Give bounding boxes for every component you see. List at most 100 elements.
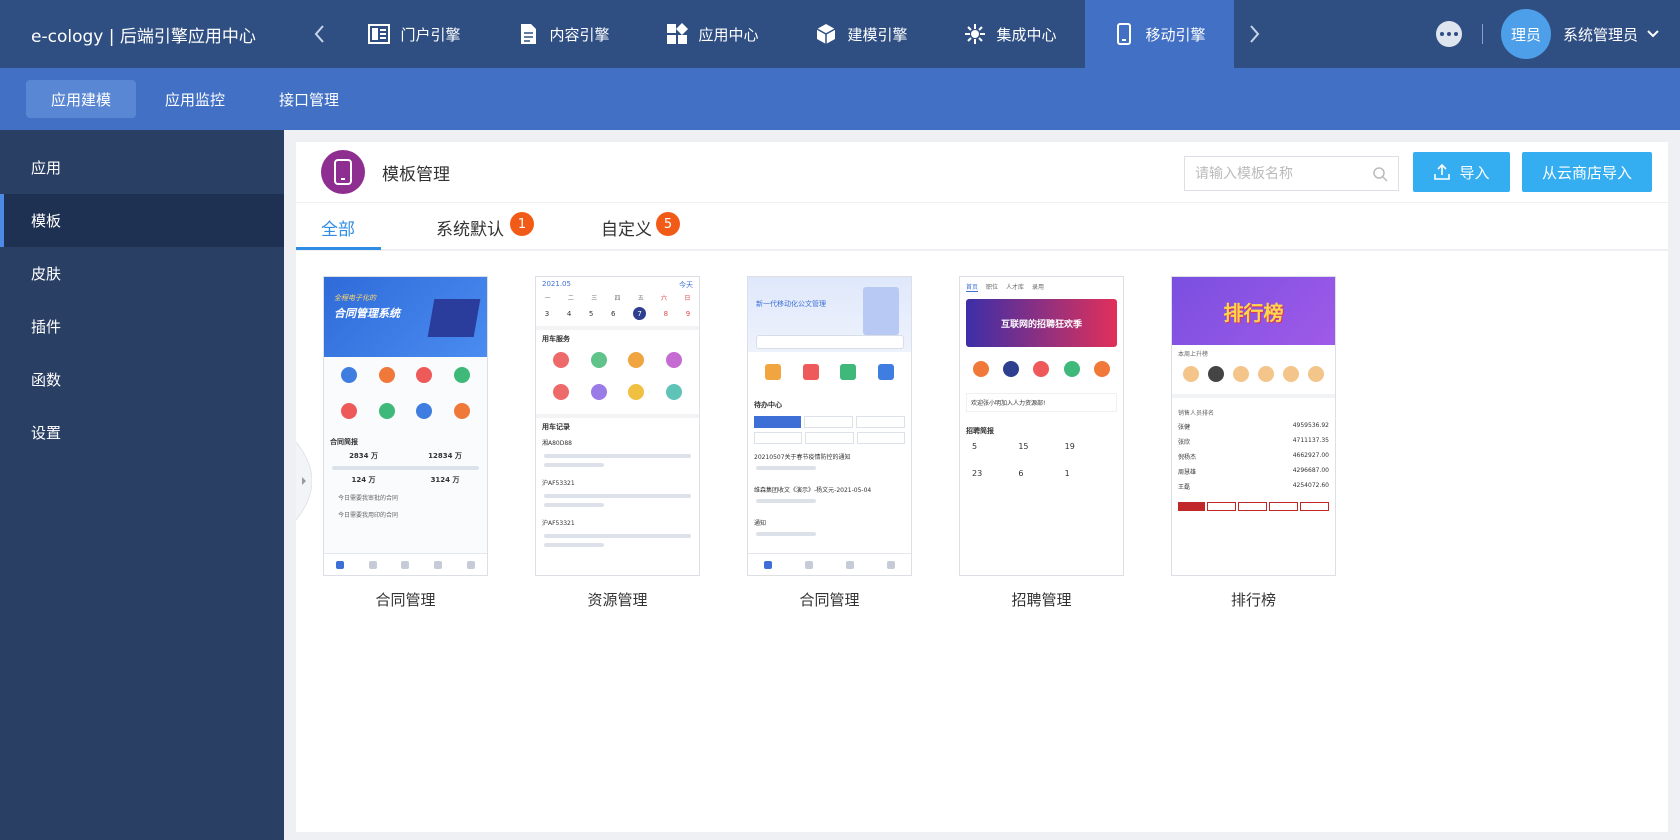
- tab-all[interactable]: 全部: [321, 203, 355, 251]
- template-name: 合同管理: [375, 591, 436, 609]
- nav-item-apps[interactable]: 应用中心: [638, 0, 787, 68]
- nav-next-button[interactable]: [1234, 0, 1274, 68]
- today-label: 今天: [679, 281, 693, 289]
- mini-tab: 人才库: [1006, 284, 1025, 291]
- rank-value: 4711137.35: [1292, 437, 1329, 444]
- sidebar-item-template[interactable]: 模板: [0, 194, 284, 247]
- list-item: 通知: [754, 520, 767, 527]
- rank-value: 4254072.60: [1292, 482, 1329, 489]
- cloud-import-button[interactable]: 从云商店导入: [1522, 152, 1652, 192]
- nav-prev-button[interactable]: [300, 0, 340, 68]
- tab-label: 系统默认: [436, 219, 504, 240]
- nav-item-portal[interactable]: 门户引擎: [340, 0, 489, 68]
- section-title: 招聘简报: [966, 427, 994, 435]
- person-name: 张健: [1178, 424, 1191, 431]
- nav-item-integration[interactable]: 集成中心: [936, 0, 1085, 68]
- stat-value: 12834 万: [428, 452, 462, 460]
- chevron-left-icon: [314, 25, 324, 43]
- welcome-notice: 欢迎张小明加入人力资源部!: [966, 393, 1117, 412]
- mini-tab: 首页: [966, 284, 979, 292]
- list-item: 维森集团收文《演示》-杨文元-2021-05-04: [754, 487, 872, 494]
- nav-item-mobile[interactable]: 移动引擎: [1085, 0, 1234, 68]
- banner-illustration: [863, 287, 899, 335]
- template-tabs: 全部 系统默认 1 自定义 5: [296, 203, 1668, 251]
- template-card[interactable]: 新一代移动化公文管理 待办中心 20210507关于春节疫情防控的通知 维森集团…: [747, 276, 912, 610]
- nav-item-label: 内容引擎: [549, 25, 610, 44]
- cube-icon: [817, 24, 836, 44]
- panel-header: 模板管理 导入 从云商店导入: [296, 142, 1668, 202]
- weekday: 五: [637, 295, 644, 302]
- sidebar-item-plugin[interactable]: 插件: [0, 300, 284, 353]
- sidebar-item-settings[interactable]: 设置: [0, 406, 284, 459]
- user-area: 理员 系统管理员: [1435, 0, 1680, 68]
- nav-item-content[interactable]: 内容引擎: [489, 0, 638, 68]
- template-card[interactable]: 2021.05 今天 一 二 三 四 五 六 日 3 4 5 6 7 8 9 用车服务 用车记录 湘A8…: [535, 276, 700, 610]
- day: 6: [610, 309, 616, 318]
- template-panel: 模板管理 导入 从云商店导入 全部 系统默认 1 自定义 5 全程电: [295, 142, 1668, 832]
- integration-icon: [965, 24, 986, 44]
- sidebar-item-skin[interactable]: 皮肤: [0, 247, 284, 300]
- mini-tab: 职位: [986, 284, 999, 291]
- nav-item-label: 门户引擎: [400, 25, 461, 44]
- template-card[interactable]: 排行榜 本周上升榜 销售人员排名 张健 4959536.92 张欣 4711137.…: [1171, 276, 1336, 610]
- stat-value: 23: [972, 469, 983, 478]
- plate-number: 沪AF53321: [542, 480, 575, 487]
- nav-item-label: 集成中心: [996, 25, 1057, 44]
- tab-label: 自定义: [601, 219, 652, 240]
- weekday: 四: [614, 295, 621, 302]
- subnav-tab-modeling[interactable]: 应用建模: [26, 80, 137, 118]
- section-title: 待办中心: [754, 401, 782, 409]
- top-bar: e-cology | 后端引擎应用中心 门户引擎 内容引擎 应用中心 建模引擎 …: [0, 0, 1680, 68]
- search-icon[interactable]: [1372, 166, 1388, 182]
- collapse-handle[interactable]: [295, 441, 313, 521]
- template-thumbnail[interactable]: 2021.05 今天 一 二 三 四 五 六 日 3 4 5 6 7 8 9 用车服务 用车记录 湘A8…: [535, 276, 700, 576]
- sidebar: 应用 模板 皮肤 插件 函数 设置: [0, 130, 284, 840]
- import-button[interactable]: 导入: [1413, 152, 1510, 192]
- search-bar: [756, 335, 904, 349]
- template-thumbnail[interactable]: 首页 职位 人才库 录用 互联网的招聘狂欢季 欢迎张小明加入人力资源部! 招聘简报 5…: [959, 276, 1124, 576]
- list-item: 20210507关于春节疫情防控的通知: [754, 454, 851, 461]
- stat-value: 124 万: [351, 476, 376, 484]
- template-thumbnail[interactable]: 排行榜 本周上升榜 销售人员排名 张健 4959536.92 张欣 4711137.…: [1171, 276, 1336, 576]
- template-name: 招聘管理: [1011, 591, 1072, 609]
- count-badge: 1: [510, 212, 534, 236]
- template-card[interactable]: 首页 职位 人才库 录用 互联网的招聘狂欢季 欢迎张小明加入人力资源部! 招聘简报 5…: [959, 276, 1124, 610]
- person-name: 周慧雄: [1178, 469, 1197, 476]
- nav-item-label: 移动引擎: [1145, 25, 1206, 44]
- user-name[interactable]: 系统管理员: [1563, 24, 1638, 45]
- tab-system-default[interactable]: 系统默认: [436, 203, 504, 251]
- section-title: 合同简报: [330, 438, 358, 446]
- list-item: 今日需要我用印的合同: [338, 512, 399, 519]
- weekday: 三: [591, 295, 598, 302]
- plate-number: 沪AF53321: [542, 520, 575, 527]
- nav-item-modeling[interactable]: 建模引擎: [787, 0, 936, 68]
- template-list: 全程电子化的 合同管理系统 合同简报 2834 万 12834 万 124 万 …: [323, 276, 1336, 610]
- rank-value: 4296687.00: [1292, 467, 1329, 474]
- tab-bar: [748, 553, 911, 575]
- template-thumbnail[interactable]: 全程电子化的 合同管理系统 合同简报 2834 万 12834 万 124 万 …: [323, 276, 488, 576]
- subnav-tab-monitor[interactable]: 应用监控: [140, 80, 250, 118]
- person-name: 张欣: [1178, 439, 1191, 446]
- template-name: 合同管理: [799, 591, 860, 609]
- more-icon[interactable]: [1435, 21, 1462, 47]
- plate-number: 湘A80D88: [542, 440, 572, 447]
- divider: [1481, 24, 1483, 44]
- mobile-icon: [321, 150, 365, 194]
- nav-item-label: 应用中心: [698, 25, 759, 44]
- sidebar-item-function[interactable]: 函数: [0, 353, 284, 406]
- mini-tab: 录用: [1032, 284, 1045, 291]
- sub-nav: 应用建模 应用监控 接口管理: [0, 68, 1680, 130]
- template-card[interactable]: 全程电子化的 合同管理系统 合同简报 2834 万 12834 万 124 万 …: [323, 276, 488, 610]
- search-input[interactable]: [1195, 165, 1365, 182]
- sidebar-item-app[interactable]: 应用: [0, 141, 284, 194]
- template-thumbnail[interactable]: 新一代移动化公文管理 待办中心 20210507关于春节疫情防控的通知 维森集团…: [747, 276, 912, 576]
- chevron-right-icon: [1250, 25, 1260, 43]
- chevron-down-icon[interactable]: [1646, 29, 1668, 39]
- subnav-tab-api[interactable]: 接口管理: [254, 80, 364, 118]
- tab-custom[interactable]: 自定义: [601, 203, 652, 251]
- day: 5: [588, 309, 594, 318]
- count-badge: 5: [656, 212, 680, 236]
- avatar[interactable]: 理员: [1500, 9, 1551, 59]
- apps-icon: [667, 23, 689, 44]
- person-name: 倪杨杰: [1178, 454, 1197, 461]
